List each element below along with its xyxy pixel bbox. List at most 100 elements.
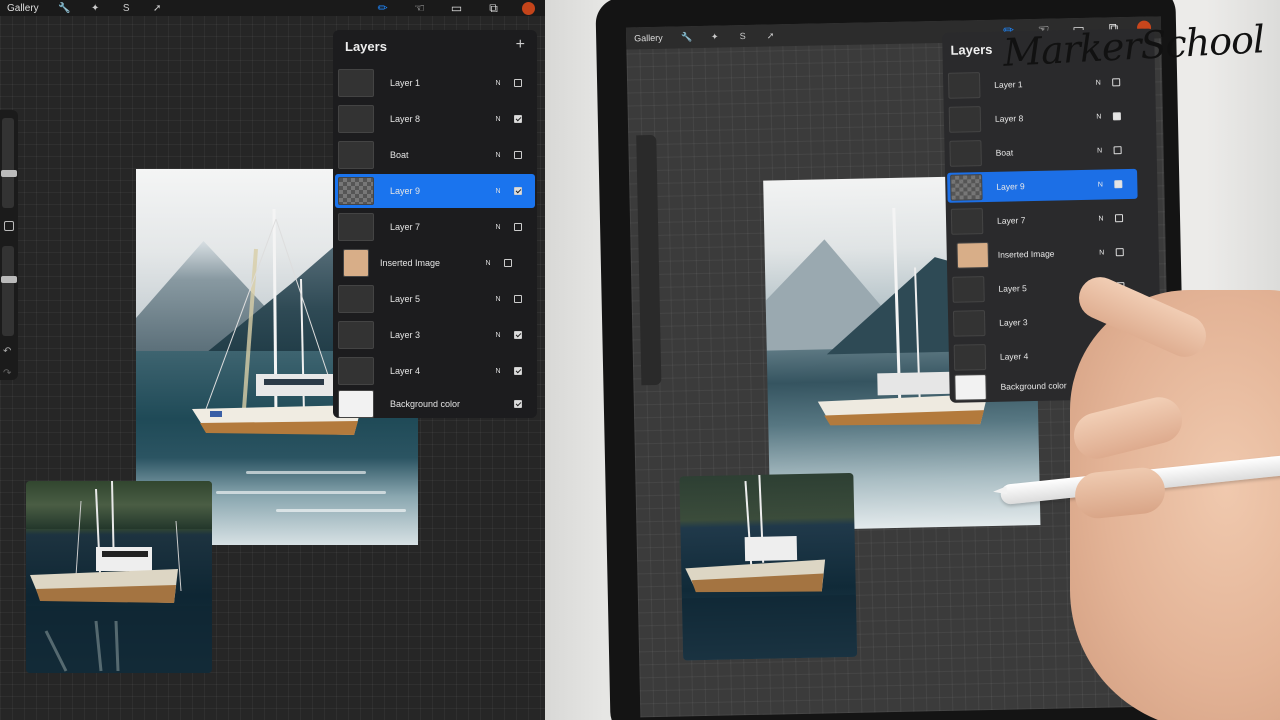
layer-name: Layer 7 xyxy=(996,215,1026,226)
smudge-icon[interactable]: ☜ xyxy=(401,1,438,15)
layer-row[interactable]: Inserted Image N xyxy=(335,246,535,280)
modify-button[interactable] xyxy=(4,221,14,231)
blend-mode-button[interactable]: N xyxy=(488,116,508,123)
opacity-slider[interactable] xyxy=(1,246,17,336)
layer-thumbnail xyxy=(343,249,369,277)
layer-row[interactable]: Layer 8 N xyxy=(335,102,535,136)
brush-size-slider[interactable] xyxy=(1,118,17,208)
selection-icon[interactable]: S xyxy=(111,3,142,14)
layer-thumbnail xyxy=(338,285,374,313)
toolbar-right: ✏ ☜ ▭ ⧉ xyxy=(364,0,545,16)
blend-mode: N xyxy=(1095,79,1101,87)
layer-thumbnail xyxy=(338,69,374,97)
layer-thumbnail xyxy=(338,177,374,205)
reference-boat xyxy=(26,481,212,673)
undo-icon[interactable]: ↶ xyxy=(3,346,11,357)
visibility-checkbox[interactable] xyxy=(514,115,522,123)
layer-row-background[interactable]: Background color xyxy=(335,387,535,421)
magic-wand-icon[interactable]: ✦ xyxy=(80,3,111,14)
blend-mode-button[interactable]: N xyxy=(488,368,508,375)
layer-row[interactable]: Layer 1 N xyxy=(335,66,535,100)
layers-icon[interactable]: ⧉ xyxy=(475,1,512,16)
layers-title: Layers xyxy=(345,39,387,54)
layer-name: Layer 9 xyxy=(390,186,421,196)
blend-mode-button[interactable]: N xyxy=(488,332,508,339)
gallery-button[interactable]: Gallery xyxy=(0,3,49,14)
layer-thumbnail xyxy=(949,140,982,167)
layer-name: Layer 7 xyxy=(390,222,421,232)
layer-name: Inserted Image xyxy=(380,258,441,268)
layer-thumbnail xyxy=(338,321,374,349)
eraser-icon[interactable]: ▭ xyxy=(438,1,475,15)
brush-icon[interactable]: ✏ xyxy=(364,1,401,15)
transform-arrow-icon: ➚ xyxy=(766,29,775,41)
layer-row[interactable]: Layer 5 N xyxy=(335,282,535,316)
visibility-checkbox[interactable] xyxy=(514,367,522,375)
blend-mode-button[interactable]: N xyxy=(488,188,508,195)
blend-mode-button[interactable]: N xyxy=(478,260,498,267)
visibility-checkbox xyxy=(1114,214,1124,223)
blend-mode: N xyxy=(1098,215,1104,223)
layer-thumbnail xyxy=(338,105,374,133)
layers-panel: Layers + Layer 1 N Layer 8 N Boat N Laye… xyxy=(333,30,537,418)
layer-name: Layer 1 xyxy=(994,79,1023,90)
ipad-reference-boat xyxy=(681,474,858,661)
layer-row[interactable]: Layer 3 N xyxy=(335,318,535,352)
layer-name: Layer 8 xyxy=(390,114,421,124)
ipad-reference-photo xyxy=(679,472,858,661)
visibility-checkbox[interactable] xyxy=(514,331,522,339)
visibility-checkbox[interactable] xyxy=(504,259,512,267)
visibility-checkbox xyxy=(1112,112,1121,121)
layer-row-selected[interactable]: Layer 9 N xyxy=(335,174,535,208)
ipad-layer-row-selected: Layer 9 N xyxy=(947,168,1138,203)
layer-thumbnail xyxy=(952,276,985,303)
layer-thumbnail xyxy=(956,241,990,269)
visibility-checkbox xyxy=(1113,146,1122,155)
transform-arrow-icon[interactable]: ➚ xyxy=(142,3,173,14)
layer-name: Background color xyxy=(390,399,461,409)
visibility-checkbox[interactable] xyxy=(514,400,522,408)
visibility-checkbox[interactable] xyxy=(514,187,522,195)
brush-size-knob[interactable] xyxy=(1,170,17,177)
selection-icon: S xyxy=(739,31,746,42)
redo-icon[interactable]: ↷ xyxy=(3,368,11,379)
blend-mode: N xyxy=(1097,147,1103,155)
layer-row[interactable]: Layer 7 N xyxy=(335,210,535,244)
ipad-layer-row: Inserted Image N xyxy=(948,237,1139,271)
layer-thumbnail xyxy=(338,213,374,241)
top-toolbar: Gallery 🔧 ✦ S ➚ ✏ ☜ ▭ ⧉ xyxy=(0,0,545,16)
layer-name: Layer 5 xyxy=(390,294,421,304)
visibility-checkbox[interactable] xyxy=(514,151,522,159)
layer-name: Layer 4 xyxy=(390,366,421,376)
visibility-checkbox[interactable] xyxy=(514,295,522,303)
procreate-screen: Gallery 🔧 ✦ S ➚ ✏ ☜ ▭ ⧉ ↶ ↷ Layers + Lay… xyxy=(0,0,545,720)
layer-name: Layer 9 xyxy=(996,181,1025,192)
layer-thumbnail xyxy=(950,208,984,235)
layer-row[interactable]: Layer 4 N xyxy=(335,354,535,388)
opacity-knob[interactable] xyxy=(1,276,17,283)
layer-thumbnail xyxy=(338,390,374,418)
layer-name: Layer 5 xyxy=(998,283,1027,294)
blend-mode-button[interactable]: N xyxy=(488,152,508,159)
visibility-checkbox xyxy=(1115,248,1124,257)
layer-name: Layer 3 xyxy=(999,317,1028,328)
ipad-layer-row: Layer 7 N xyxy=(948,203,1139,237)
layer-name: Layer 1 xyxy=(390,78,421,88)
layer-row[interactable]: Boat N xyxy=(335,138,535,172)
blend-mode-button[interactable]: N xyxy=(488,296,508,303)
color-picker-button[interactable] xyxy=(522,1,535,15)
layer-thumbnail xyxy=(947,72,981,99)
add-layer-button[interactable]: + xyxy=(516,36,525,54)
visibility-checkbox[interactable] xyxy=(514,223,522,231)
wrench-icon[interactable]: 🔧 xyxy=(49,3,80,14)
layer-thumbnail xyxy=(953,344,987,371)
blend-mode-button[interactable]: N xyxy=(488,224,508,231)
blend-mode-button[interactable]: N xyxy=(488,80,508,87)
wrench-icon: 🔧 xyxy=(680,31,693,42)
visibility-checkbox[interactable] xyxy=(514,79,522,87)
ipad-layer-row: Boat N xyxy=(946,135,1137,169)
visibility-checkbox xyxy=(1114,180,1123,189)
layer-thumbnail xyxy=(948,106,982,133)
blend-mode: N xyxy=(1096,113,1102,121)
reference-photo[interactable] xyxy=(26,481,212,673)
